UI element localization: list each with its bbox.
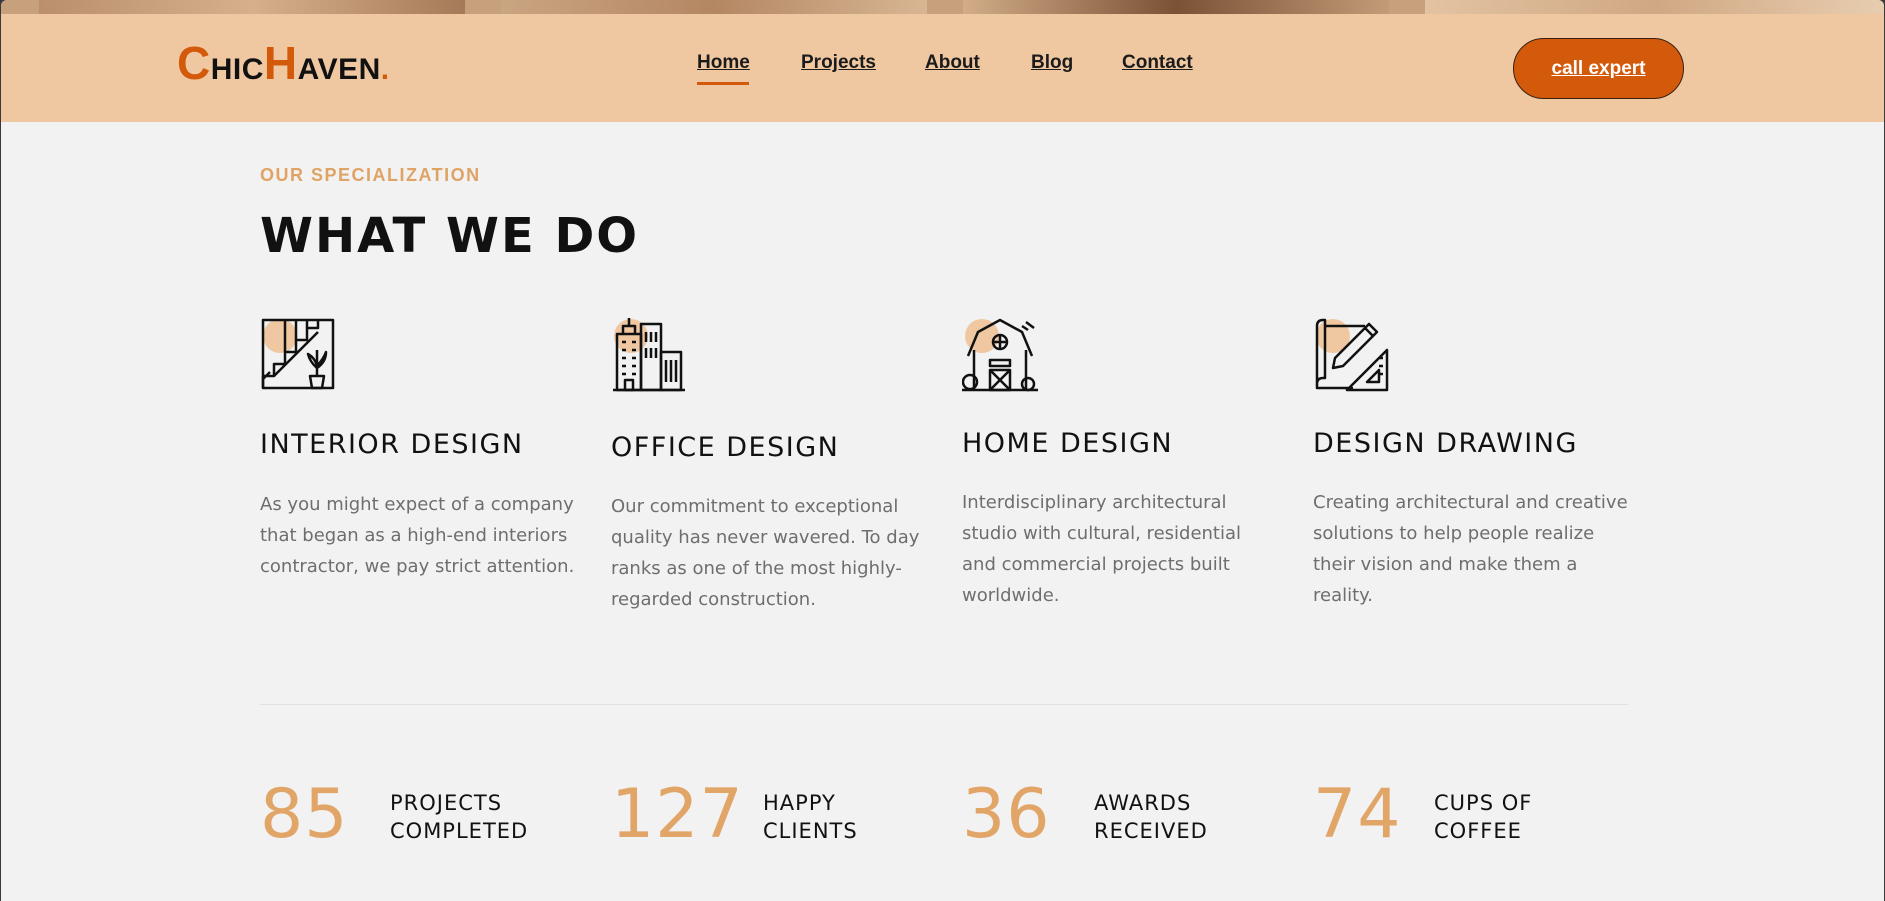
service-description: Interdisciplinary architectural studio w… xyxy=(962,492,1242,606)
stat-label: AWARDS RECEIVED xyxy=(1094,789,1294,845)
stat-label-line: RECEIVED xyxy=(1094,819,1208,843)
nav-link-about[interactable]: About xyxy=(925,52,980,74)
stat-number: 74 xyxy=(1313,775,1402,854)
stat-label-line: CUPS OF xyxy=(1434,791,1533,815)
nav-link-home[interactable]: Home xyxy=(697,52,750,74)
call-expert-button[interactable]: call expert xyxy=(1513,38,1684,99)
service-title: DESIGN DRAWING xyxy=(1313,428,1578,459)
stat-number: 85 xyxy=(260,775,349,854)
barn-house-icon xyxy=(962,318,1038,392)
section-title: WHAT WE DO xyxy=(260,208,640,264)
stat-label: HAPPY CLIENTS xyxy=(763,789,963,845)
browser-viewport: CHICHAVEN. Home Projects About Blog Cont… xyxy=(1,0,1884,901)
nav-link-blog[interactable]: Blog xyxy=(1031,52,1073,74)
service-title: OFFICE DESIGN xyxy=(611,432,840,463)
site-header: CHICHAVEN. Home Projects About Blog Cont… xyxy=(1,14,1884,122)
service-title: HOME DESIGN xyxy=(962,428,1174,459)
stat-label-line: CLIENTS xyxy=(763,819,858,843)
nav-link-contact[interactable]: Contact xyxy=(1122,52,1193,74)
drafting-tools-icon xyxy=(1315,318,1389,392)
service-description: Creating architectural and creative solu… xyxy=(1313,492,1628,606)
section-divider xyxy=(260,704,1628,705)
stat-label-line: PROJECTS xyxy=(390,791,503,815)
staircase-plant-icon xyxy=(261,318,335,390)
stat-number: 127 xyxy=(611,775,744,854)
nav-active-indicator xyxy=(697,82,749,85)
stat-label: CUPS OF COFFEE xyxy=(1434,789,1634,845)
stat-number: 36 xyxy=(962,775,1051,854)
stat-label-line: AWARDS xyxy=(1094,791,1192,815)
stat-label-line: HAPPY xyxy=(763,791,836,815)
office-buildings-icon xyxy=(613,318,685,392)
service-description: Our commitment to exceptional quality ha… xyxy=(611,496,920,610)
nav-link-projects[interactable]: Projects xyxy=(801,52,876,74)
section-kicker: OUR SPECIALIZATION xyxy=(260,165,481,185)
service-title: INTERIOR DESIGN xyxy=(260,429,524,460)
stat-label-line: COFFEE xyxy=(1434,819,1522,843)
service-description: As you might expect of a company that be… xyxy=(260,494,575,577)
stat-label-line: COMPLETED xyxy=(390,819,529,843)
stat-label: PROJECTS COMPLETED xyxy=(390,789,590,845)
